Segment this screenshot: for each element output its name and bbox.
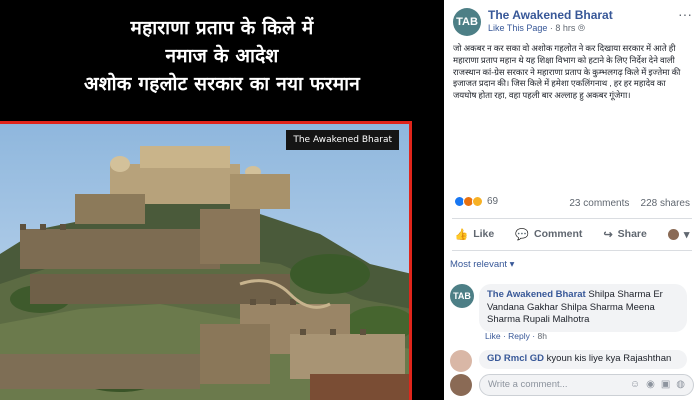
comment-placeholder: Write a comment...: [488, 379, 568, 390]
comment-sort-dropdown[interactable]: Most relevant ▾: [450, 259, 514, 270]
comment-input[interactable]: Write a comment... ☺ ◉ ▣ ◍: [479, 374, 694, 396]
image-headline: महाराणा प्रताप के किले में नमाज के आदेश …: [0, 14, 444, 98]
like-button[interactable]: 👍 Like: [455, 228, 495, 241]
page: महाराणा प्रताप के किले में नमाज के आदेश …: [0, 0, 700, 400]
divider: [452, 218, 692, 219]
more-options-icon[interactable]: ···: [678, 6, 692, 22]
sad-reaction-icon: [472, 196, 483, 207]
camera-icon[interactable]: ◉: [646, 379, 655, 390]
post-time[interactable]: 8 hrs: [555, 23, 575, 33]
headline-line-3: अशोक गहलोट सरकार का नया फरमान: [84, 73, 360, 95]
caret-down-icon: ▾: [683, 228, 690, 241]
comment-icon: 💬: [515, 228, 529, 241]
comment-bubble: The Awakened Bharat Shilpa Sharma Er Van…: [479, 284, 687, 332]
reactions-summary[interactable]: 69: [454, 196, 498, 207]
comment-meta: Like · Reply · 8h: [485, 331, 547, 341]
comment-bubble: GD Rmcl GD kyoun kis liye kya Rajashthan: [479, 350, 687, 369]
like-page-link[interactable]: Like This Page: [488, 23, 547, 33]
share-button[interactable]: ↪ Share: [603, 228, 646, 241]
headline-line-1: महाराणा प्रताप के किले में: [130, 17, 314, 39]
share-icon: ↪: [603, 228, 613, 241]
current-user-avatar: [450, 374, 472, 396]
post-sidebar: TAB The Awakened Bharat Like This Page ·…: [444, 0, 700, 400]
caret-down-icon: ▾: [509, 259, 515, 270]
headline-line-2: नमाज के आदेश: [165, 45, 279, 67]
gif-icon[interactable]: ▣: [661, 379, 670, 390]
share-label: Share: [617, 228, 647, 240]
thumbs-up-icon: 👍: [454, 228, 469, 241]
shares-count[interactable]: 228 shares: [641, 198, 690, 209]
post-stats: 23 comments 228 shares: [569, 198, 690, 209]
divider: [452, 250, 692, 251]
action-bar: 👍 Like 💬 Comment ↪ Share ▾: [444, 225, 700, 243]
composer-icons: ☺ ◉ ▣ ◍: [630, 379, 685, 390]
commenter-avatar[interactable]: [450, 350, 472, 372]
sticker-icon[interactable]: ◍: [676, 379, 685, 390]
profile-avatar-icon: [667, 228, 679, 240]
post-image[interactable]: महाराणा प्रताप के किले में नमाज के आदेश …: [0, 0, 444, 400]
commenter-avatar[interactable]: TAB: [450, 284, 474, 308]
comments-count[interactable]: 23 comments: [569, 198, 629, 209]
fort-photo: The Awakened Bharat: [0, 121, 412, 400]
comment-text: kyoun kis liye kya Rajashthan: [546, 353, 672, 364]
comment-reply-link[interactable]: Reply: [508, 331, 530, 341]
audience-selector[interactable]: ▾: [667, 228, 690, 241]
page-avatar[interactable]: TAB: [453, 8, 481, 36]
post-body: जो अकबर न कर सका वो अशोक गहलोत ने कर दिख…: [453, 43, 681, 101]
like-label: Like: [473, 228, 495, 240]
globe-icon: ⦾: [577, 23, 586, 33]
page-name-link[interactable]: The Awakened Bharat: [488, 8, 613, 22]
commenter-name[interactable]: The Awakened Bharat: [487, 289, 586, 300]
comment-label: Comment: [533, 228, 583, 240]
comment-time[interactable]: 8h: [537, 331, 546, 341]
post-subline: Like This Page · 8 hrs ⦾: [488, 23, 585, 34]
emoji-icon[interactable]: ☺: [630, 379, 640, 390]
commenter-name[interactable]: GD Rmcl GD: [487, 353, 544, 364]
sort-label: Most relevant: [450, 259, 508, 270]
comment-like-link[interactable]: Like: [485, 331, 501, 341]
watermark: The Awakened Bharat: [286, 130, 399, 150]
fort-illustration: [0, 146, 409, 400]
reaction-count: 69: [487, 196, 499, 207]
comment-button[interactable]: 💬 Comment: [515, 228, 582, 241]
